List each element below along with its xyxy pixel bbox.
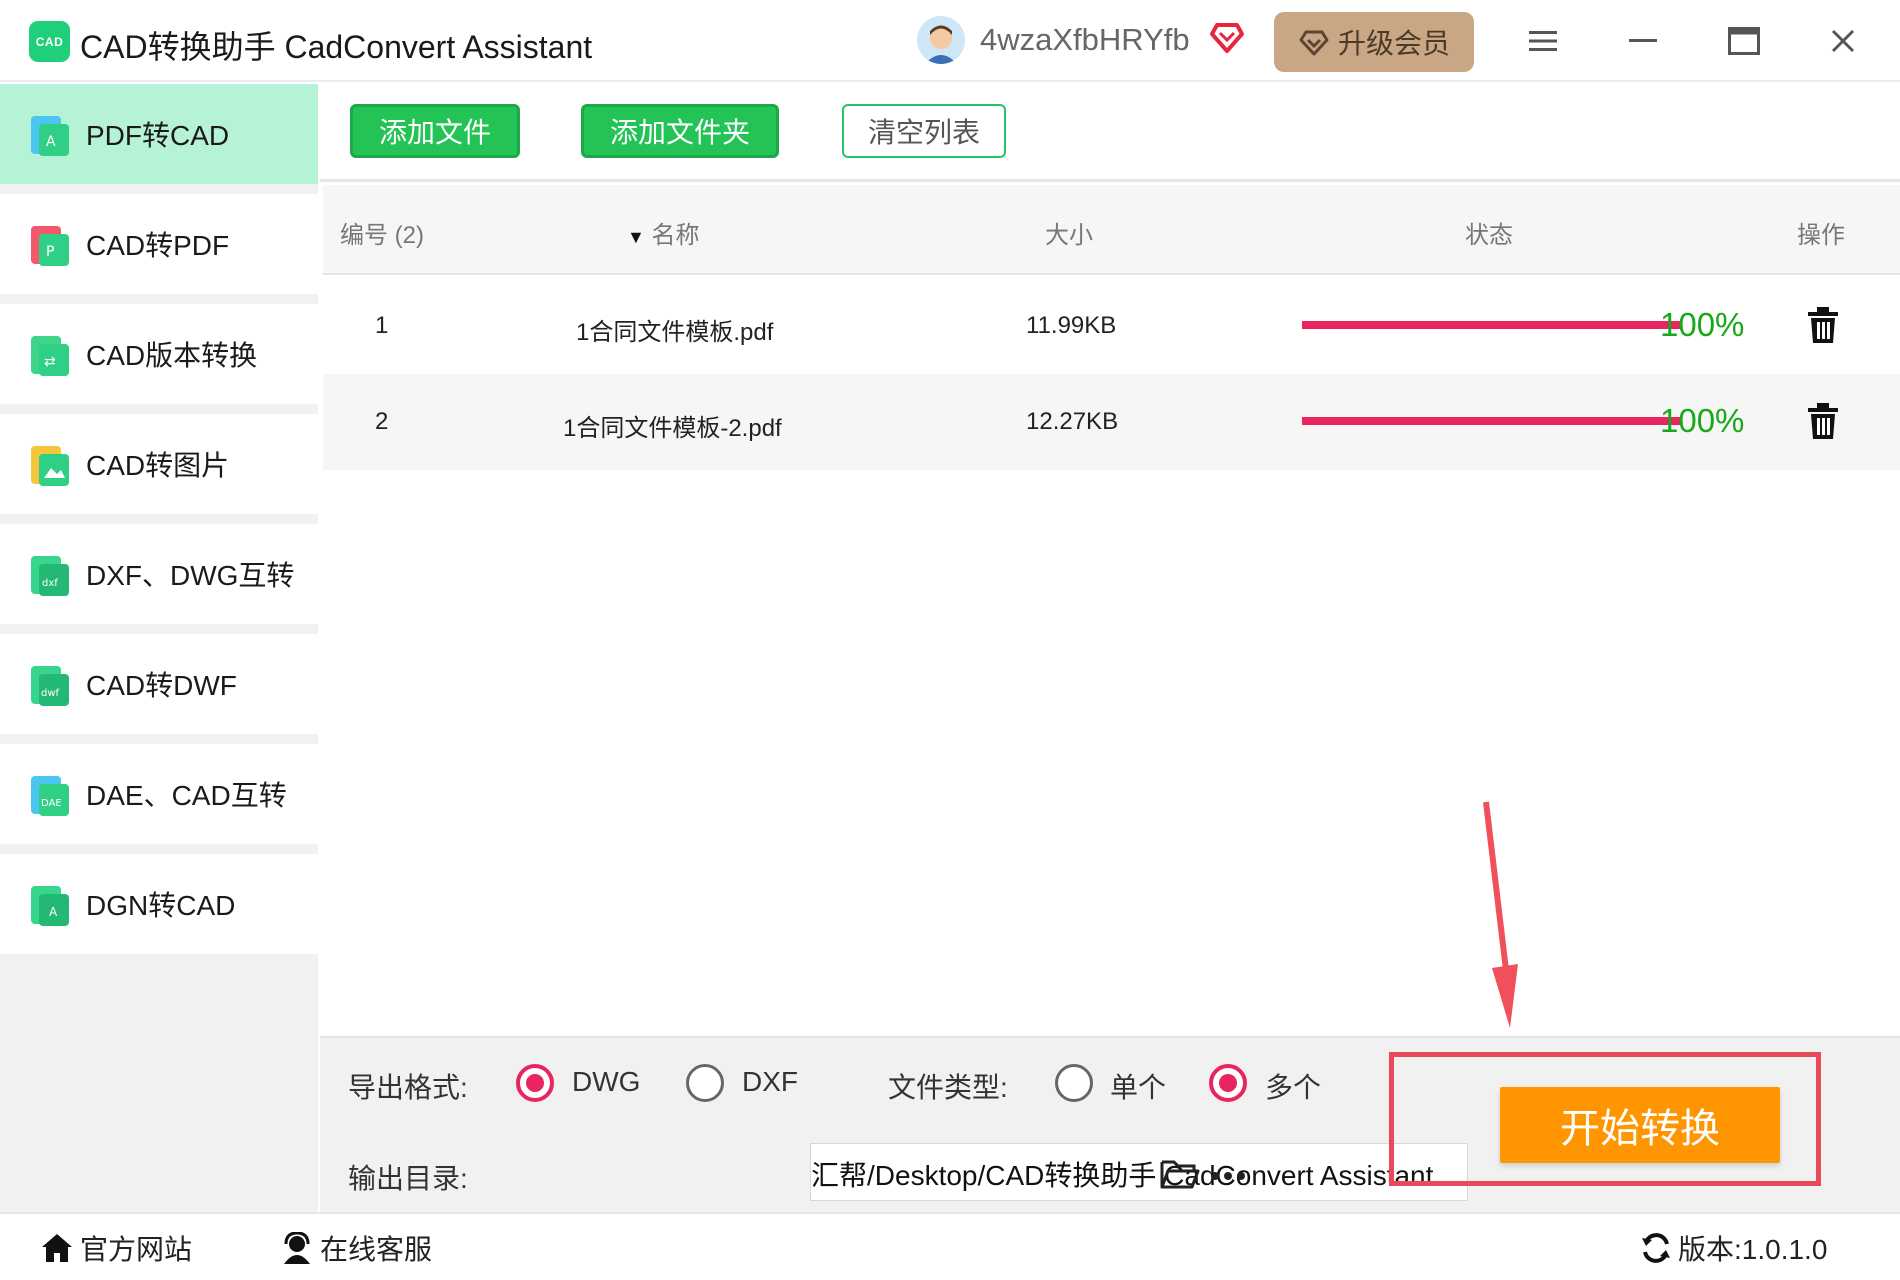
toolbar: 添加文件 添加文件夹 清空列表 <box>320 84 1900 182</box>
home-icon <box>42 1234 72 1262</box>
app-logo: CAD <box>29 21 70 62</box>
cad-to-pdf-icon: P <box>31 226 69 266</box>
cad-to-image-icon <box>31 446 69 486</box>
refresh-icon <box>1642 1233 1670 1263</box>
output-dir-label: 输出目录: <box>348 1163 468 1194</box>
sidebar-item-dae-cad[interactable]: DAE DAE、CAD互转 <box>0 744 318 844</box>
trash-icon[interactable] <box>1806 306 1840 344</box>
upgrade-label: 升级会员 <box>1337 28 1450 59</box>
pdf-to-cad-icon: A <box>31 116 69 156</box>
row-name: 1合同文件模板.pdf <box>576 319 774 346</box>
table-row[interactable]: 1 1合同文件模板.pdf 11.99KB 100% <box>323 278 1900 374</box>
trash-icon[interactable] <box>1806 402 1840 440</box>
start-convert-button[interactable]: 开始转换 <box>1500 1087 1780 1163</box>
sidebar-item-label: CAD转PDF <box>86 230 230 261</box>
svg-text:A: A <box>46 134 56 150</box>
table-row[interactable]: 2 1合同文件模板-2.pdf 12.27KB 100% <box>323 374 1900 470</box>
folder-open-icon[interactable] <box>1160 1158 1200 1190</box>
filetype-multi-radio[interactable] <box>1209 1064 1247 1102</box>
footer: 官方网站 在线客服 版本:1.0.1.0 <box>0 1212 1900 1280</box>
dae-cad-icon: DAE <box>31 776 69 816</box>
sidebar-item-cad-to-image[interactable]: CAD转图片 <box>0 414 318 514</box>
filetype-single-label[interactable]: 单个 <box>1110 1066 1166 1106</box>
svg-text:A: A <box>49 905 58 919</box>
col-action: 操作 <box>1797 222 1845 249</box>
format-dxf-label[interactable]: DXF <box>742 1066 798 1098</box>
support-label: 在线客服 <box>320 1234 433 1265</box>
format-dxf-radio[interactable] <box>686 1064 724 1102</box>
avatar[interactable] <box>917 16 965 64</box>
sidebar-item-label: DAE、CAD互转 <box>86 780 287 811</box>
progress-bar <box>1302 321 1682 329</box>
sidebar-item-label: CAD版本转换 <box>86 340 258 371</box>
format-dwg-label[interactable]: DWG <box>572 1066 640 1098</box>
clear-list-button[interactable]: 清空列表 <box>842 104 1006 158</box>
filetype-single-radio[interactable] <box>1055 1064 1093 1102</box>
svg-text:⇄: ⇄ <box>44 354 56 370</box>
file-type-label: 文件类型: <box>888 1072 1008 1103</box>
annotation-arrow <box>1483 801 1518 1028</box>
col-name[interactable]: ▼ 名称 <box>627 215 700 250</box>
sidebar-item-label: CAD转图片 <box>86 450 230 481</box>
row-size: 11.99KB <box>1026 312 1117 339</box>
svg-text:dwf: dwf <box>41 688 60 699</box>
diamond-icon <box>1299 30 1329 56</box>
dgn-to-cad-icon: A <box>31 886 69 926</box>
col-size[interactable]: 大小 <box>1045 215 1093 250</box>
maximize-icon[interactable] <box>1721 18 1767 64</box>
output-dir-field[interactable]: 汇帮/Desktop/CAD转换助手 CadConvert Assistant <box>810 1143 1468 1201</box>
export-format-label: 导出格式: <box>348 1072 468 1103</box>
sidebar-item-cad-version[interactable]: ⇄ CAD版本转换 <box>0 304 318 404</box>
format-dwg-radio[interactable] <box>516 1064 554 1102</box>
svg-text:dxf: dxf <box>42 578 58 589</box>
row-size: 12.27KB <box>1026 408 1119 435</box>
website-link[interactable]: 官方网站 <box>40 1228 192 1268</box>
more-icon[interactable] <box>1210 1171 1246 1181</box>
sidebar-item-label: DGN转CAD <box>86 890 236 921</box>
table-header: 编号 (2) ▼ 名称 大小 状态 操作 <box>323 185 1900 275</box>
sidebar-item-label: DXF、DWG互转 <box>86 560 295 591</box>
minimize-icon[interactable] <box>1620 18 1666 64</box>
support-link[interactable]: 在线客服 <box>280 1228 432 1268</box>
app-title: CAD转换助手 CadConvert Assistant <box>80 29 593 65</box>
version-label: 版本:1.0.1.0 <box>1678 1234 1828 1265</box>
upgrade-button[interactable]: 升级会员 <box>1274 12 1474 72</box>
sort-down-icon: ▼ <box>627 227 645 247</box>
add-file-button[interactable]: 添加文件 <box>350 104 520 158</box>
svg-text:DAE: DAE <box>41 798 62 809</box>
row-index: 2 <box>375 408 389 435</box>
col-status[interactable]: 状态 <box>1465 215 1513 250</box>
website-label: 官方网站 <box>80 1234 193 1265</box>
cad-version-icon: ⇄ <box>31 336 69 376</box>
svg-text:P: P <box>46 244 54 260</box>
menu-icon[interactable] <box>1520 18 1566 64</box>
username[interactable]: 4wzaXfbHRYfb <box>980 22 1190 58</box>
add-folder-button[interactable]: 添加文件夹 <box>581 104 779 158</box>
title-bar: CAD CAD转换助手 CadConvert Assistant 4wzaXfb… <box>0 0 1900 82</box>
sidebar-item-dxf-dwg[interactable]: dxf DXF、DWG互转 <box>0 524 318 624</box>
sidebar: A PDF转CAD P CAD转PDF ⇄ CAD版本转换 CAD转图片 dxf… <box>0 84 318 1212</box>
version-info[interactable]: 版本:1.0.1.0 <box>1640 1228 1827 1268</box>
col-index[interactable]: 编号 (2) <box>340 215 424 250</box>
dxf-dwg-icon: dxf <box>31 556 69 596</box>
sidebar-item-cad-to-pdf[interactable]: P CAD转PDF <box>0 194 318 294</box>
col-name-label: 名称 <box>651 222 700 249</box>
sidebar-item-pdf-to-cad[interactable]: A PDF转CAD <box>0 84 318 184</box>
progress-percent: 100% <box>1660 306 1745 343</box>
vip-heart-icon <box>1208 18 1246 61</box>
cad-to-dwf-icon: dwf <box>31 666 69 706</box>
progress-percent: 100% <box>1660 402 1745 439</box>
row-index: 1 <box>375 312 389 339</box>
filetype-multi-label[interactable]: 多个 <box>1265 1066 1321 1106</box>
sidebar-item-label: CAD转DWF <box>86 670 237 701</box>
sidebar-item-dgn-to-cad[interactable]: A DGN转CAD <box>0 854 318 954</box>
sidebar-item-label: PDF转CAD <box>86 120 230 151</box>
row-name: 1合同文件模板-2.pdf <box>563 415 782 442</box>
headset-icon <box>284 1232 310 1264</box>
close-icon[interactable] <box>1820 18 1866 64</box>
progress-bar <box>1302 417 1682 425</box>
output-dir-value: 汇帮/Desktop/CAD转换助手 CadConvert Assistant <box>811 1160 1434 1191</box>
sidebar-item-cad-to-dwf[interactable]: dwf CAD转DWF <box>0 634 318 734</box>
